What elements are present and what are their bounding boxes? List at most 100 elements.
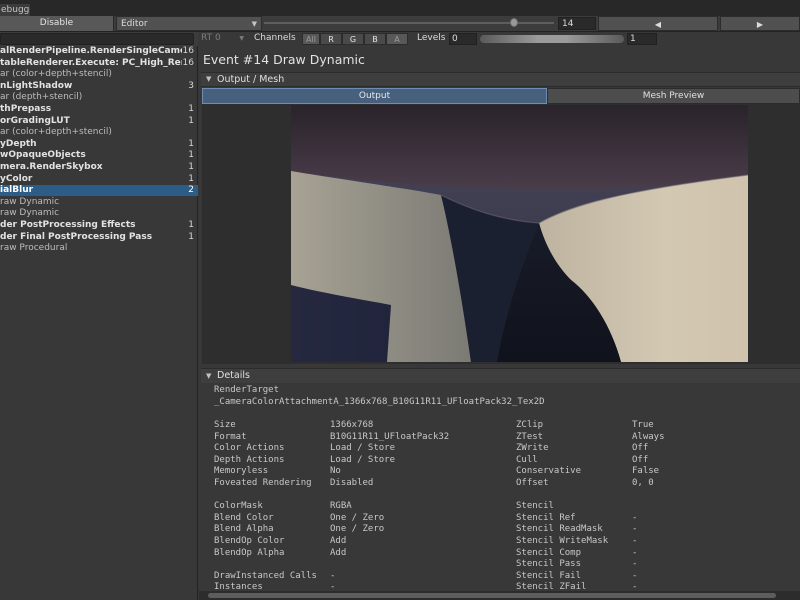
detail-key-left: Format [214, 431, 247, 442]
event-row-count: 1 [188, 173, 194, 184]
event-row[interactable]: wOpaqueObjects 1 [0, 150, 198, 161]
detail-value-left: Load / Store [330, 454, 396, 465]
event-index-field[interactable]: 14 [558, 17, 596, 30]
event-slider-thumb[interactable] [510, 18, 518, 27]
detail-value-left: No [330, 466, 341, 477]
tab-output[interactable]: Output [202, 88, 547, 104]
detail-key-left: Size [214, 420, 236, 430]
detail-key-right: Cull [516, 454, 538, 465]
detail-key-left: Depth Actions [214, 454, 285, 465]
foldout-arrow-icon[interactable]: ▼ [206, 75, 211, 83]
tab-mesh-preview[interactable]: Mesh Preview [547, 88, 800, 104]
detail-value-left: - [330, 570, 336, 581]
detail-key-right: ZWrite [516, 443, 549, 454]
render-target-image [291, 105, 748, 362]
foldout-arrow-icon[interactable]: ▼ [206, 372, 211, 380]
detail-value-right: - [632, 570, 638, 581]
detail-value-right: True [632, 420, 654, 430]
event-row-count: 16 [182, 46, 194, 56]
event-row-label: yColor [0, 173, 33, 184]
event-row-label: alRenderPipeline.RenderSingleCameraInte [0, 46, 182, 56]
dropdown-arrow-icon: ▼ [251, 20, 257, 28]
detail-key-left: BlendOp Color [214, 536, 285, 546]
event-row-count: 1 [188, 162, 194, 172]
event-row-label: thPrepass [0, 104, 52, 114]
event-row[interactable]: yColor 1 [0, 174, 198, 185]
detail-key-right: Offset [516, 478, 549, 488]
search-input[interactable] [0, 33, 194, 45]
detail-key-right: Stencil WriteMask [516, 536, 609, 546]
detail-key-left: DrawInstanced Calls [214, 570, 317, 581]
event-row-count: 1 [188, 220, 194, 230]
details-foldout[interactable] [201, 368, 800, 383]
event-row[interactable]: mera.RenderSkybox 1 [0, 162, 198, 173]
event-row[interactable]: orGradingLUT 1 [0, 116, 198, 127]
detail-key-left: Foveated Rendering [214, 478, 312, 488]
event-row-count: 1 [188, 231, 194, 242]
event-row-count: 16 [182, 57, 194, 68]
detail-key-right: Stencil Pass [516, 559, 582, 570]
event-row-count: 3 [188, 80, 194, 91]
disable-button[interactable]: Disable [0, 16, 114, 31]
detail-key-left: Blend Color [214, 512, 274, 523]
levels-range-slider[interactable] [480, 35, 624, 43]
event-row[interactable]: ar (color+depth+stencil) [0, 127, 198, 138]
detail-value-right: - [632, 559, 638, 570]
event-row[interactable]: alRenderPipeline.RenderSingleCameraInte1… [0, 46, 198, 57]
channel-g-toggle[interactable]: G [342, 33, 364, 45]
detail-value-left: Add [330, 536, 347, 546]
triangle-left-icon: ◀ [654, 20, 662, 29]
detail-value-right: - [632, 536, 638, 546]
event-row[interactable]: tableRenderer.Execute: PC_High_Rendere16 [0, 58, 198, 69]
detail-value-left: B10G11R11_UFloatPack32 [330, 431, 450, 442]
event-row[interactable]: raw Dynamic [0, 197, 198, 208]
event-row-count: 1 [188, 150, 194, 161]
next-event-button[interactable]: ▶ [720, 16, 800, 31]
event-row[interactable]: thPrepass 1 [0, 104, 198, 115]
detail-key-right: Stencil [516, 501, 554, 512]
event-row[interactable]: raw Procedural [0, 243, 198, 254]
event-row[interactable]: der Final PostProcessing Pass 1 [0, 232, 198, 243]
event-row-label: raw Procedural [0, 243, 68, 254]
render-target-dropdown[interactable]: RT 0 ▼ [200, 32, 246, 45]
levels-label: Levels [417, 33, 446, 43]
detail-value-right: - [632, 547, 638, 558]
detail-key-right: Stencil ReadMask [516, 524, 603, 535]
event-row-label: der PostProcessing Effects [0, 220, 136, 230]
channel-a-toggle[interactable]: A [386, 33, 408, 45]
channel-r-toggle[interactable]: R [320, 33, 342, 45]
render-target-label: RenderTarget [214, 385, 280, 395]
levels-max-field[interactable]: 1 [627, 33, 657, 45]
horizontal-scrollbar-thumb[interactable] [208, 593, 776, 598]
event-row[interactable]: ialBlur 2 [0, 185, 198, 197]
target-dropdown[interactable]: Editor ▼ [116, 16, 262, 31]
event-row-label: orGradingLUT [0, 115, 70, 126]
channel-all-toggle[interactable]: All [302, 33, 320, 45]
frame-debugger-tab[interactable]: ebugger [0, 4, 30, 16]
triangle-right-icon: ▶ [756, 20, 764, 29]
detail-value-left: RGBA [330, 501, 352, 512]
detail-value-left: Disabled [330, 478, 374, 488]
event-row[interactable]: ar (color+depth+stencil) [0, 69, 198, 80]
detail-key-right: Stencil Fail [516, 570, 582, 581]
levels-min-field[interactable]: 0 [449, 33, 477, 45]
detail-key-left: Color Actions [214, 443, 285, 454]
event-row-label: nLightShadow [0, 80, 73, 91]
detail-value-right: 0, 0 [632, 478, 654, 488]
event-row[interactable]: ar (depth+stencil) [0, 92, 198, 103]
event-row[interactable]: yDepth 1 [0, 139, 198, 150]
output-mesh-foldout[interactable] [201, 72, 800, 87]
dropdown-arrow-icon: ▼ [239, 35, 244, 42]
channel-b-toggle[interactable]: B [364, 33, 386, 45]
detail-key-left: Blend Alpha [214, 524, 274, 535]
tab-bar [0, 4, 800, 16]
event-row[interactable]: der PostProcessing Effects 1 [0, 220, 198, 231]
detail-key-left: BlendOp Alpha [214, 547, 285, 558]
event-row-label: ar (depth+stencil) [0, 92, 83, 103]
event-row-count: 2 [188, 185, 194, 196]
detail-value-right: Always [632, 431, 665, 442]
event-row[interactable]: nLightShadow 3 [0, 81, 198, 92]
event-row[interactable]: raw Dynamic [0, 208, 198, 219]
detail-key-right: Stencil Comp [516, 547, 582, 558]
previous-event-button[interactable]: ◀ [598, 16, 718, 31]
